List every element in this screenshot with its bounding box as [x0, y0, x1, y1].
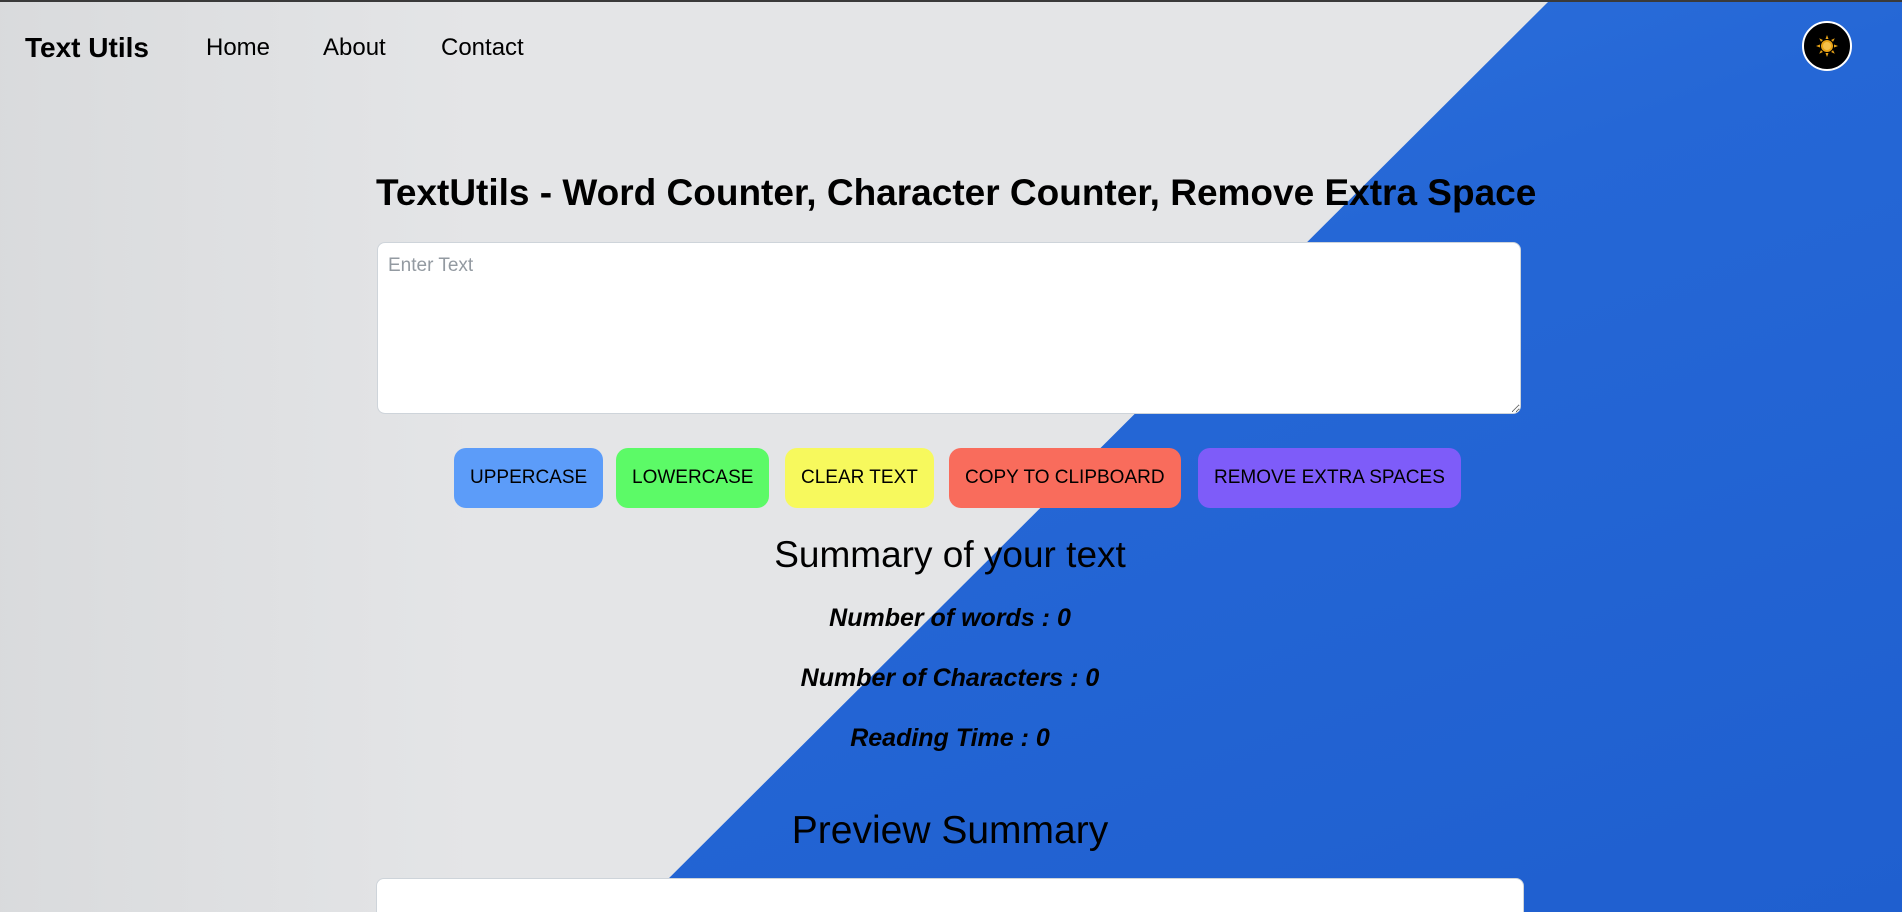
nav-link-contact[interactable]: Contact [441, 34, 524, 62]
sun-icon [1816, 35, 1838, 57]
page-title: TextUtils - Word Counter, Character Coun… [376, 172, 1537, 213]
copy-to-clipboard-button[interactable]: COPY TO CLIPBOARD [949, 448, 1181, 508]
nav-link-home[interactable]: Home [206, 34, 270, 62]
remove-extra-spaces-button[interactable]: REMOVE EXTRA SPACES [1198, 448, 1461, 508]
clear-text-button[interactable]: CLEAR TEXT [785, 448, 934, 508]
character-count: Number of Characters : 0 [800, 664, 1100, 692]
preview-box [376, 878, 1524, 912]
text-input[interactable] [377, 242, 1521, 414]
summary-heading: Summary of your text [774, 534, 1126, 575]
word-count: Number of words : 0 [829, 604, 1071, 632]
uppercase-button[interactable]: UPPERCASE [454, 448, 604, 508]
reading-time: Reading Time : 0 [850, 724, 1050, 752]
nav-link-about[interactable]: About [323, 34, 386, 62]
navbar: Text Utils Home About Contact [0, 2, 1902, 96]
preview-heading: Preview Summary [791, 809, 1109, 852]
dark-mode-toggle[interactable] [1802, 21, 1852, 71]
navbar-brand[interactable]: Text Utils [25, 32, 149, 64]
lowercase-button[interactable]: LOWERCASE [616, 448, 770, 508]
window-top-border [0, 0, 1902, 2]
